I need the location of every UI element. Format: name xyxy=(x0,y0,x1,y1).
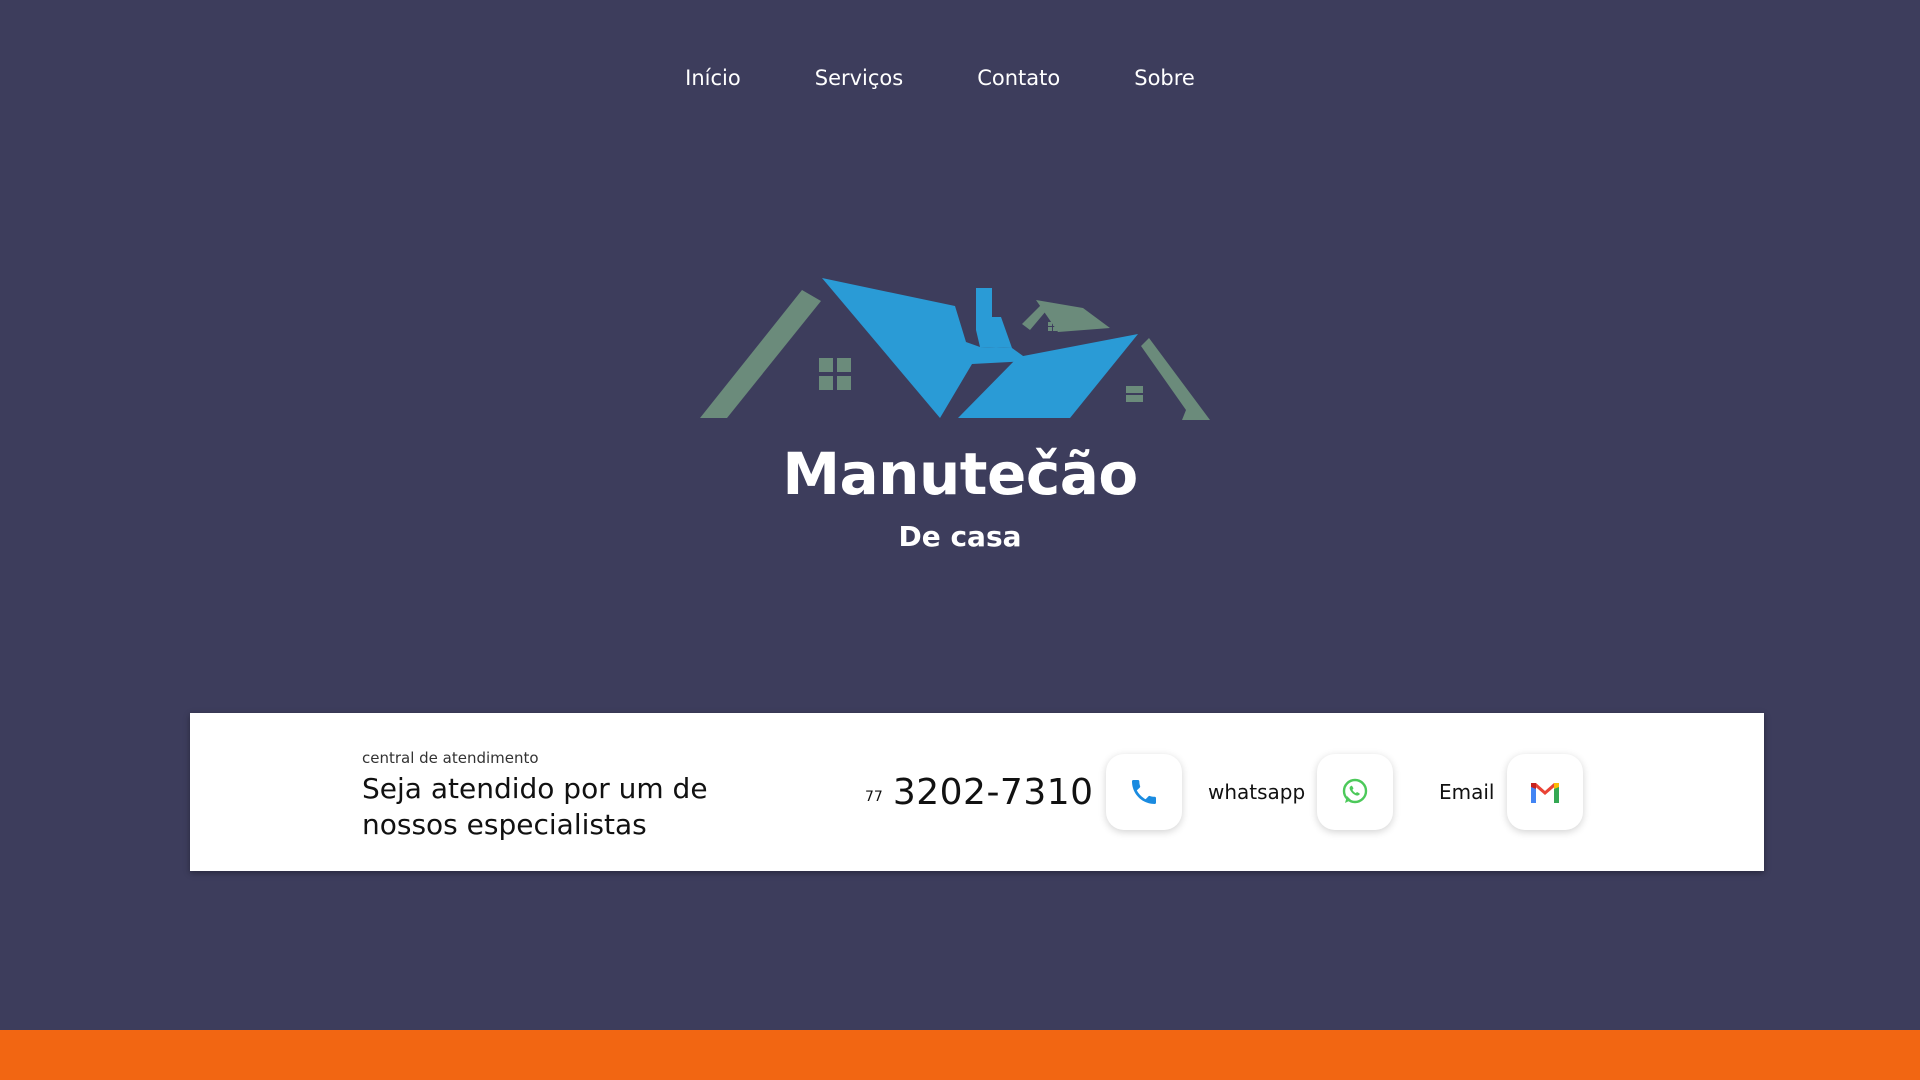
logo-window-small xyxy=(1053,327,1057,331)
gmail-icon xyxy=(1530,783,1559,803)
email-group: Email xyxy=(1439,753,1583,831)
contact-intro: central de atendimento Seja atendido por… xyxy=(362,749,762,843)
logo-window xyxy=(837,358,851,372)
logo-window xyxy=(837,376,851,390)
logo-right-stroke xyxy=(1141,338,1210,420)
logo-window-small xyxy=(1048,327,1052,331)
house-roof-logo xyxy=(700,270,1220,430)
phone-area-code: 77 xyxy=(865,789,883,805)
nav-inicio[interactable]: Início xyxy=(648,66,778,90)
phone-group: 77 3202-7310 xyxy=(865,753,1182,831)
logo-chimney xyxy=(976,288,1012,348)
nav-contato[interactable]: Contato xyxy=(940,66,1097,90)
whatsapp-label: whatsapp xyxy=(1208,780,1306,804)
phone-icon xyxy=(1131,780,1156,804)
house-roof-logo-svg xyxy=(700,278,1210,420)
logo-window xyxy=(819,376,833,390)
logo-window-right xyxy=(1126,395,1143,402)
phone-number: 3202-7310 xyxy=(892,771,1094,813)
whatsapp-group: whatsapp xyxy=(1208,753,1394,831)
phone-button[interactable] xyxy=(1105,754,1182,830)
contact-kicker: central de atendimento xyxy=(362,749,539,767)
logo-window xyxy=(819,358,833,372)
contact-headline: Seja atendido por um de nossos especiali… xyxy=(362,772,708,841)
nav-servicos[interactable]: Serviços xyxy=(778,66,940,90)
brand-title: Manutečão xyxy=(782,440,1138,508)
footer-bar xyxy=(0,1030,1920,1080)
logo-small-roof-left xyxy=(1022,305,1046,330)
logo-window-small xyxy=(1048,322,1052,326)
logo-small-roof xyxy=(1036,300,1110,332)
top-nav: Início Serviços Contato Sobre xyxy=(0,58,1920,98)
brand-subtitle: De casa xyxy=(898,520,1022,553)
whatsapp-icon xyxy=(1343,778,1368,804)
logo-window-small xyxy=(1053,322,1057,326)
nav-sobre[interactable]: Sobre xyxy=(1097,66,1232,90)
logo-left-roof xyxy=(700,290,821,418)
nav-links: Início Serviços Contato Sobre xyxy=(648,66,1232,90)
email-label: Email xyxy=(1439,780,1495,804)
contact-card: central de atendimento Seja atendido por… xyxy=(190,713,1764,871)
email-button[interactable] xyxy=(1506,754,1583,830)
logo-window-right xyxy=(1126,386,1143,393)
whatsapp-button[interactable] xyxy=(1317,754,1394,830)
